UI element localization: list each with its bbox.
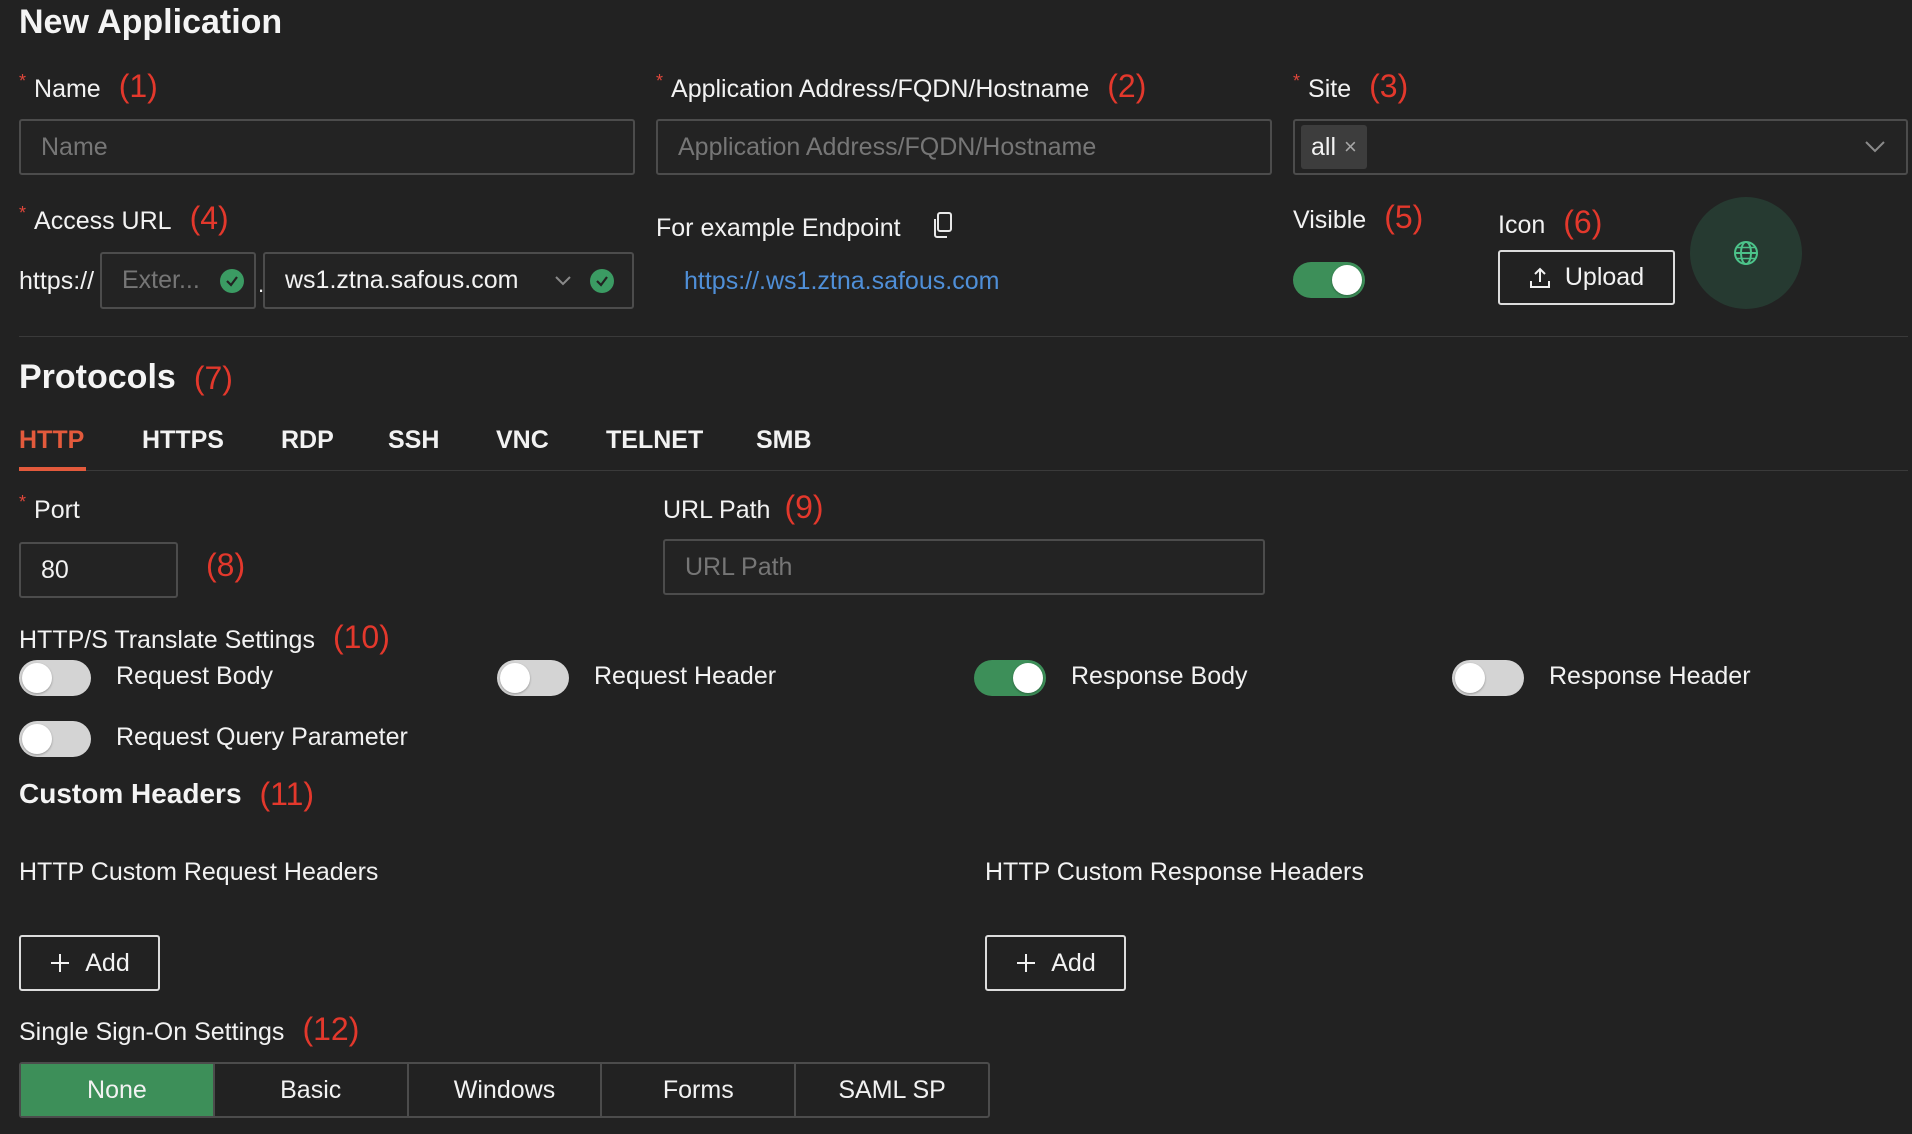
sso-option-none[interactable]: None (21, 1064, 215, 1116)
custom-request-headers-label: HTTP Custom Request Headers (19, 858, 379, 886)
endpoint-link[interactable]: https://.ws1.ztna.safous.com (684, 267, 999, 296)
site-select[interactable]: all × (1293, 119, 1908, 175)
upload-button[interactable]: Upload (1498, 250, 1675, 305)
tab-ssh[interactable]: SSH (388, 425, 439, 455)
icon-label: Icon (6) (1498, 204, 1603, 240)
tab-http[interactable]: HTTP (19, 425, 84, 455)
active-tab-indicator (19, 467, 86, 471)
check-icon (220, 268, 244, 293)
sso-option-basic[interactable]: Basic (215, 1064, 409, 1116)
toggle-response-body[interactable] (974, 660, 1046, 696)
upload-icon (1529, 267, 1550, 288)
annotation-10: (10) (332, 619, 390, 655)
annotation-3: (3) (1369, 68, 1409, 104)
sso-segmented-control: None Basic Windows Forms SAML SP (19, 1062, 990, 1118)
tag-remove-icon[interactable]: × (1344, 134, 1357, 160)
annotation-11: (11) (259, 776, 315, 812)
toggle-request-header[interactable] (497, 660, 569, 696)
sso-title: Single Sign-On Settings (12) (19, 1011, 360, 1047)
icon-preview (1690, 197, 1802, 309)
tabs-divider (19, 470, 1908, 471)
tab-rdp[interactable]: RDP (281, 425, 334, 455)
tab-vnc[interactable]: VNC (496, 425, 549, 455)
plus-icon (1017, 954, 1036, 972)
name-input[interactable]: Name (19, 119, 635, 175)
custom-headers-heading: Custom Headers (11) (19, 776, 315, 812)
page-title: New Application (19, 3, 283, 41)
annotation-6: (6) (1563, 204, 1603, 240)
protocols-heading: Protocols (7) (19, 358, 233, 396)
check-icon (590, 268, 614, 293)
chevron-down-icon[interactable] (1864, 140, 1886, 154)
tab-https[interactable]: HTTPS (142, 425, 224, 455)
endpoint-label: For example Endpoint (656, 214, 901, 242)
tab-telnet[interactable]: TELNET (606, 425, 703, 455)
annotation-9: (9) (784, 489, 824, 525)
annotation-4: (4) (189, 200, 229, 236)
address-input[interactable]: Application Address/FQDN/Hostname (656, 119, 1272, 175)
sso-option-windows[interactable]: Windows (409, 1064, 603, 1116)
globe-icon (1734, 241, 1758, 265)
custom-response-headers-label: HTTP Custom Response Headers (985, 858, 1364, 886)
url-prefix: https:// (19, 267, 95, 295)
site-tag: all × (1301, 125, 1367, 169)
url-path-label: URL Path (9) (663, 489, 824, 525)
annotation-2: (2) (1107, 68, 1147, 104)
subdomain-input[interactable]: Exter... (100, 252, 256, 309)
tab-smb[interactable]: SMB (756, 425, 812, 455)
copy-icon[interactable] (932, 211, 954, 239)
toggle-request-body[interactable] (19, 660, 91, 696)
access-url-label: * Access URL (4) (19, 200, 229, 236)
port-input[interactable]: 80 (19, 542, 178, 598)
sso-option-saml-sp[interactable]: SAML SP (796, 1064, 988, 1116)
response-header-label: Response Header (1549, 662, 1751, 690)
request-header-label: Request Header (594, 662, 777, 690)
toggle-response-header[interactable] (1452, 660, 1524, 696)
port-label: * Port (19, 492, 80, 524)
annotation-12: (12) (302, 1011, 360, 1047)
address-label: * Application Address/FQDN/Hostname (2) (656, 68, 1147, 104)
site-label: * Site (3) (1293, 68, 1409, 104)
visible-label: Visible (5) (1293, 199, 1424, 235)
request-body-label: Request Body (116, 662, 274, 690)
name-label: * Name (1) (19, 68, 158, 104)
visible-toggle[interactable] (1293, 262, 1365, 298)
annotation-1: (1) (118, 68, 158, 104)
section-divider (19, 336, 1908, 337)
annotation-7: (7) (193, 359, 233, 396)
request-query-parameter-label: Request Query Parameter (116, 723, 408, 751)
chevron-down-icon (555, 275, 571, 285)
domain-select[interactable]: ws1.ztna.safous.com (263, 252, 634, 309)
url-path-input[interactable]: URL Path (663, 539, 1265, 595)
plus-icon (51, 954, 70, 972)
translate-title: HTTP/S Translate Settings (10) (19, 619, 390, 655)
add-response-header-button[interactable]: Add (985, 935, 1126, 991)
response-body-label: Response Body (1071, 662, 1248, 690)
annotation-8: (8) (206, 547, 246, 583)
annotation-5: (5) (1384, 199, 1424, 235)
toggle-request-query-parameter[interactable] (19, 721, 91, 757)
add-request-header-button[interactable]: Add (19, 935, 160, 991)
sso-option-forms[interactable]: Forms (602, 1064, 797, 1116)
